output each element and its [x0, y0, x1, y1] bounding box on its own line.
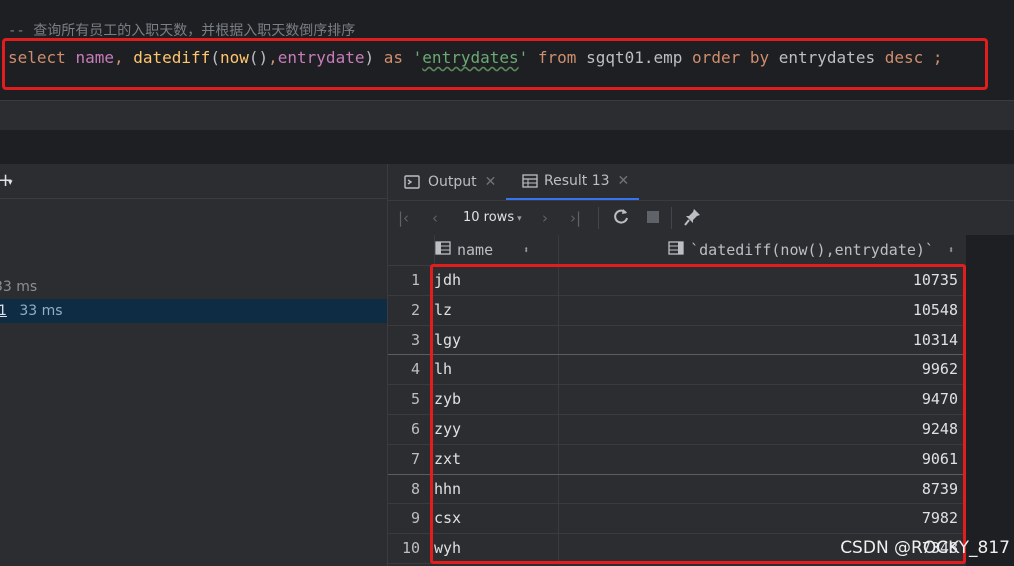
page-size-select[interactable]: 10 rows ▾	[463, 210, 522, 225]
tab-label: Result 13	[544, 173, 610, 189]
row-number: 6	[410, 419, 420, 438]
column-header-datediff[interactable]: `datediff(now(),entrydate)` ⬍	[558, 235, 960, 265]
history-time: 33 ms	[19, 303, 63, 319]
row-number: 4	[410, 360, 420, 379]
row-number: 8	[410, 479, 420, 498]
services-panel: + ▾ 33 ms 1 33 ms	[0, 164, 388, 566]
row-number: 3	[410, 330, 420, 349]
editor-status-band	[0, 100, 1014, 131]
results-panel: Output ✕ Result 13 ✕ |‹ ‹ 10 rows▾ › ›|	[388, 164, 1014, 566]
close-icon[interactable]: ✕	[485, 174, 497, 190]
row-number: 1	[410, 271, 420, 289]
tab-label: Output	[428, 174, 477, 190]
chevron-down-icon: ▾	[517, 214, 522, 224]
row-number: 7	[410, 449, 420, 468]
sort-icon[interactable]: ⬍	[523, 245, 529, 256]
services-toolbar: + ▾	[0, 164, 387, 199]
panel-gap	[0, 130, 1014, 164]
history-item-selected[interactable]: 1 33 ms	[0, 299, 387, 323]
sql-highlight-box	[2, 38, 988, 90]
refresh-icon[interactable]	[612, 207, 630, 229]
pin-icon[interactable]	[684, 207, 702, 231]
grid-scroll-area[interactable]	[966, 235, 1014, 566]
column-header-label: name	[457, 241, 494, 259]
tab-result[interactable]: Result 13 ✕	[506, 164, 640, 200]
column-header-name[interactable]: name ⬍	[434, 235, 559, 265]
sort-icon[interactable]: ⬍	[948, 245, 954, 256]
watermark: CSDN @ROCKY_817	[840, 538, 1010, 558]
result-tabs: Output ✕ Result 13 ✕	[388, 164, 1014, 201]
toolbar-divider	[598, 207, 599, 229]
next-page-icon[interactable]: ›	[542, 209, 548, 227]
column-icon	[668, 241, 684, 259]
result-highlight-box	[430, 264, 966, 564]
page-size-label: 10 rows	[463, 210, 515, 225]
row-number: 9	[410, 509, 420, 528]
history-time: 33 ms	[0, 279, 38, 295]
toolbar-divider	[671, 207, 672, 229]
table-icon	[522, 174, 538, 188]
result-toolbar: |‹ ‹ 10 rows ▾ › ›|	[388, 201, 1014, 235]
sql-editor[interactable]: -- 查询所有员工的入职天数，并根据入职天数倒序排序 select name, …	[0, 0, 1014, 100]
first-page-icon[interactable]: |‹	[398, 209, 409, 227]
last-page-icon[interactable]: ›|	[570, 209, 581, 227]
stop-icon[interactable]	[646, 210, 660, 228]
column-icon	[435, 241, 451, 259]
prev-page-icon[interactable]: ‹	[432, 209, 438, 227]
tab-output[interactable]: Output ✕	[404, 164, 496, 200]
row-number: 10	[401, 539, 420, 558]
history-item[interactable]: 33 ms	[0, 275, 387, 299]
chevron-down-icon[interactable]: ▾	[8, 178, 13, 188]
grid-header: name ⬍ `datediff(now(),entrydate)` ⬍	[388, 235, 966, 266]
column-header-label: `datediff(now(),entrydate)`	[690, 241, 934, 259]
history-index: 1	[0, 303, 7, 319]
row-number: 2	[410, 300, 420, 319]
output-icon	[404, 175, 420, 189]
sql-comment: -- 查询所有员工的入职天数，并根据入职天数倒序排序	[8, 23, 356, 39]
close-icon[interactable]: ✕	[618, 173, 630, 189]
row-number: 5	[410, 390, 420, 409]
